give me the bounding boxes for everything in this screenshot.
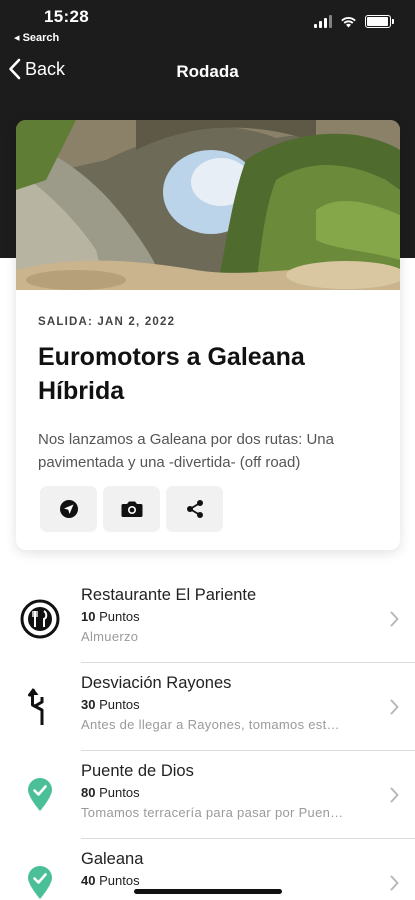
cellular-signal-icon	[314, 15, 332, 28]
chevron-right-icon	[390, 875, 399, 891]
page-title: Rodada	[176, 62, 239, 81]
camera-button[interactable]	[103, 486, 160, 532]
status-icons	[314, 15, 394, 28]
waypoint-name: Desviación Rayones	[81, 674, 232, 692]
chevron-right-icon	[390, 699, 399, 715]
chevron-right-icon	[390, 787, 399, 803]
battery-icon	[365, 15, 394, 28]
points-value: 40	[81, 873, 96, 888]
waypoint-name: Galeana	[81, 850, 144, 868]
navigate-button[interactable]	[40, 486, 97, 532]
points-value: 30	[81, 697, 96, 712]
hero-image	[16, 120, 400, 290]
points-label: Puntos	[99, 873, 140, 888]
turn-arrow-icon-graphic	[28, 688, 44, 725]
chevron-right-icon	[390, 611, 399, 627]
points-value: 80	[81, 785, 96, 800]
waypoint-description: Almuerzo	[81, 629, 139, 644]
departure-date: SALIDA: JAN 2, 2022	[38, 316, 176, 328]
navigation-bar: Back Rodada	[0, 52, 415, 92]
turn-arrow-icon	[18, 685, 62, 729]
ride-title: Euromotors a Galeana Híbrida	[38, 343, 305, 405]
home-indicator[interactable]	[134, 889, 282, 894]
share-icon	[186, 500, 203, 518]
waypoint-name: Puente de Dios	[81, 762, 194, 780]
waypoint-points: 30 Puntos	[81, 697, 375, 712]
wifi-icon	[341, 17, 356, 28]
waypoint-name: Restaurante El Pariente	[81, 586, 257, 604]
restaurant-icon-graphic	[20, 599, 60, 639]
status-time: 15:28	[44, 7, 89, 26]
map-pin-check-icon-graphic	[28, 866, 52, 899]
map-pin-check-icon-graphic	[28, 778, 52, 811]
points-label: Puntos	[99, 697, 140, 712]
waypoint-description: Tomamos terracería para pasar por Puen…	[81, 805, 344, 820]
action-buttons	[38, 486, 378, 532]
points-label: Puntos	[99, 785, 140, 800]
waypoint-points: 40 Puntos	[81, 873, 375, 888]
back-to-search-link[interactable]: ◂ Search	[14, 31, 59, 44]
waypoint-points: 10 Puntos	[81, 609, 375, 624]
list-item[interactable]: Desviación Rayones 30 Puntos Antes de ll…	[0, 663, 415, 751]
camera-icon	[121, 501, 142, 517]
waypoint-points: 80 Puntos	[81, 785, 375, 800]
navigation-arrow-icon	[59, 500, 78, 518]
share-button[interactable]	[166, 486, 223, 532]
points-value: 10	[81, 609, 96, 624]
status-bar: 15:28 ◂ Search	[0, 0, 415, 50]
points-label: Puntos	[99, 609, 140, 624]
map-pin-check-icon	[18, 773, 62, 817]
list-item-text: Galeana 40 Puntos	[81, 850, 375, 893]
list-item[interactable]: Puente de Dios 80 Puntos Tomamos terrace…	[0, 751, 415, 839]
list-item-text: Desviación Rayones 30 Puntos Antes de ll…	[81, 674, 375, 732]
ride-description: Nos lanzamos a Galeana por dos rutas: Un…	[38, 431, 334, 471]
restaurant-icon	[18, 597, 62, 641]
list-item[interactable]: Restaurante El Pariente 10 Puntos Almuer…	[0, 575, 415, 663]
list-item-text: Restaurante El Pariente 10 Puntos Almuer…	[81, 586, 375, 644]
waypoint-description: Antes de llegar a Rayones, tomamos est…	[81, 717, 340, 732]
list-item-text: Puente de Dios 80 Puntos Tomamos terrace…	[81, 762, 375, 820]
battery-level	[367, 17, 388, 26]
ride-card: SALIDA: JAN 2, 2022 Euromotors a Galeana…	[16, 120, 400, 550]
map-pin-check-icon	[18, 861, 62, 900]
waypoints-list: Restaurante El Pariente 10 Puntos Almuer…	[0, 575, 415, 900]
